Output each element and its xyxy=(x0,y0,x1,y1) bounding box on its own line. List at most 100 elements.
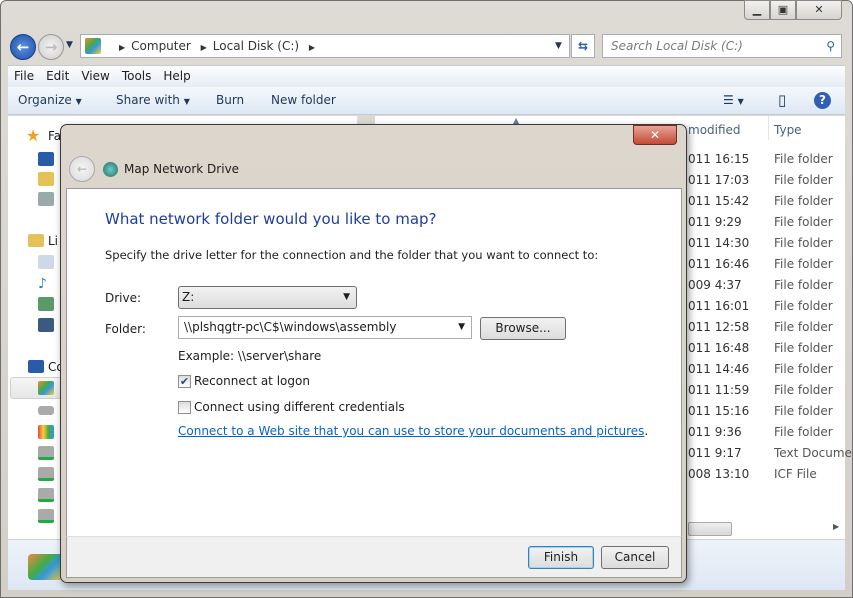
finish-button[interactable]: Finish xyxy=(528,546,594,569)
refresh-icon[interactable]: ⇆ xyxy=(571,34,595,58)
row-date: 011 14:46 xyxy=(688,362,750,376)
file-row[interactable]: 011 16:01 File folder xyxy=(688,299,833,313)
row-date: 011 17:03 xyxy=(688,173,750,187)
nav-libraries[interactable]: Li xyxy=(48,234,58,248)
row-date: 009 4:37 xyxy=(688,278,742,292)
videos-icon[interactable] xyxy=(38,318,54,332)
breadcrumb-computer[interactable]: Computer xyxy=(131,39,191,53)
file-row[interactable]: 011 12:58 File folder xyxy=(688,320,833,334)
close-window-button[interactable]: ✕ xyxy=(796,0,842,20)
help-icon[interactable]: ? xyxy=(814,92,831,109)
reconnect-checkbox[interactable]: ✔ xyxy=(178,375,191,388)
menu-help[interactable]: Help xyxy=(157,66,196,87)
file-row[interactable]: 011 16:15 File folder xyxy=(688,152,833,166)
recent-pages-dropdown[interactable]: ▼ xyxy=(66,40,73,50)
cancel-button[interactable]: Cancel xyxy=(601,546,669,569)
browse-button[interactable]: Browse... xyxy=(480,317,566,340)
forward-button[interactable]: → xyxy=(38,34,64,60)
folder-label: Folder: xyxy=(105,322,146,336)
breadcrumb-separator[interactable]: ▶ xyxy=(201,43,207,52)
computer-icon xyxy=(28,360,44,373)
row-date: 011 16:46 xyxy=(688,257,750,271)
dialog-back-button[interactable]: ← xyxy=(69,156,95,182)
minimize-button[interactable]: ▁ xyxy=(744,0,770,20)
row-date: 011 16:15 xyxy=(688,152,750,166)
file-row[interactable]: 011 9:17 Text Docume xyxy=(688,446,852,460)
file-row[interactable]: 011 16:46 File folder xyxy=(688,257,833,271)
command-bar: Organize ▼ Share with ▼ Burn New folder … xyxy=(8,87,845,115)
row-date: 008 13:10 xyxy=(688,467,750,481)
view-options-icon[interactable]: ☰ ▼ xyxy=(723,87,744,115)
share-with-button[interactable]: Share with ▼ xyxy=(116,87,190,115)
new-folder-button[interactable]: New folder xyxy=(271,87,336,114)
local-disk-icon xyxy=(85,38,101,54)
file-row[interactable]: 011 9:29 File folder xyxy=(688,215,833,229)
file-row[interactable]: 011 9:36 File folder xyxy=(688,425,833,439)
column-divider xyxy=(768,116,769,140)
file-row[interactable]: 011 11:59 File folder xyxy=(688,383,833,397)
menu-tools[interactable]: Tools xyxy=(116,66,158,87)
web-site-link[interactable]: Connect to a Web site that you can use t… xyxy=(178,424,644,438)
menu-file[interactable]: File xyxy=(8,66,40,87)
credentials-label[interactable]: Connect using different credentials xyxy=(194,400,405,414)
dialog-footer: Finish Cancel xyxy=(66,536,682,578)
drive-select[interactable]: Z: ▼ xyxy=(178,286,357,309)
dialog-close-button[interactable]: ✕ xyxy=(633,125,677,145)
desktop-icon[interactable] xyxy=(38,152,54,166)
dialog-instruction: Specify the drive letter for the connect… xyxy=(105,248,599,262)
back-button[interactable]: ← xyxy=(10,34,36,60)
file-row[interactable]: 011 15:16 File folder xyxy=(688,404,833,418)
network-drive-icon[interactable] xyxy=(38,509,54,523)
row-type: ICF File xyxy=(774,467,817,481)
file-row[interactable]: 011 14:30 File folder xyxy=(688,236,833,250)
drive-icon[interactable] xyxy=(38,425,54,439)
network-drive-icon[interactable] xyxy=(38,446,54,460)
address-bar[interactable]: ▶ Computer ▶ Local Disk (C:) ▶ ▼ xyxy=(80,34,570,58)
menu-view[interactable]: View xyxy=(75,66,115,87)
row-type: File folder xyxy=(774,194,833,208)
network-drive-icon[interactable] xyxy=(38,467,54,481)
file-row[interactable]: 011 15:42 File folder xyxy=(688,194,833,208)
menu-bar: File Edit View Tools Help xyxy=(8,65,845,87)
dialog-body: What network folder would you like to ma… xyxy=(66,188,682,536)
search-placeholder: Search Local Disk (C:) xyxy=(611,39,743,53)
maximize-button[interactable]: ▣ xyxy=(770,0,796,20)
file-row[interactable]: 011 14:46 File folder xyxy=(688,362,833,376)
column-date-modified[interactable]: modified xyxy=(688,123,741,137)
horizontal-scrollbar-thumb[interactable] xyxy=(688,522,732,536)
reconnect-label[interactable]: Reconnect at logon xyxy=(194,374,310,388)
row-type: Text Docume xyxy=(774,446,852,460)
row-date: 011 9:29 xyxy=(688,215,742,229)
burn-button[interactable]: Burn xyxy=(216,87,244,114)
row-date: 011 15:42 xyxy=(688,194,750,208)
credentials-checkbox[interactable] xyxy=(178,401,191,414)
address-history-dropdown[interactable]: ▼ xyxy=(555,35,562,57)
folder-input[interactable]: \\plshqgtr-pc\C$\windows\assembly ▼ xyxy=(178,316,472,339)
breadcrumb-local-disk[interactable]: Local Disk (C:) xyxy=(213,39,299,53)
search-input[interactable]: Search Local Disk (C:) ⚲ xyxy=(602,34,842,58)
row-type: File folder xyxy=(774,173,833,187)
file-row[interactable]: 011 16:48 File folder xyxy=(688,341,833,355)
network-drive-icon[interactable] xyxy=(38,488,54,502)
row-date: 011 16:48 xyxy=(688,341,750,355)
downloads-icon[interactable] xyxy=(38,172,54,186)
organize-button[interactable]: Organize ▼ xyxy=(18,87,82,115)
recent-places-icon[interactable] xyxy=(38,192,54,206)
breadcrumb-separator[interactable]: ▶ xyxy=(119,43,125,52)
breadcrumb-separator[interactable]: ▶ xyxy=(309,43,315,52)
preview-pane-icon[interactable]: ▯ xyxy=(778,87,786,114)
row-date: 011 12:58 xyxy=(688,320,750,334)
pictures-icon[interactable] xyxy=(38,297,54,311)
menu-edit[interactable]: Edit xyxy=(40,66,75,87)
drive-icon[interactable] xyxy=(38,406,54,415)
map-network-drive-dialog: ✕ ← Map Network Drive What network folde… xyxy=(60,124,687,583)
search-icon[interactable]: ⚲ xyxy=(826,35,835,57)
chevron-down-icon: ▼ xyxy=(343,292,350,302)
music-icon[interactable]: ♪ xyxy=(38,276,54,292)
file-row[interactable]: 008 13:10 ICF File xyxy=(688,467,817,481)
column-type[interactable]: Type xyxy=(774,123,802,137)
file-row[interactable]: 009 4:37 File folder xyxy=(688,278,833,292)
file-row[interactable]: 011 17:03 File folder xyxy=(688,173,833,187)
documents-icon[interactable] xyxy=(38,255,54,269)
scroll-right-arrow[interactable]: ▶ xyxy=(833,522,839,531)
